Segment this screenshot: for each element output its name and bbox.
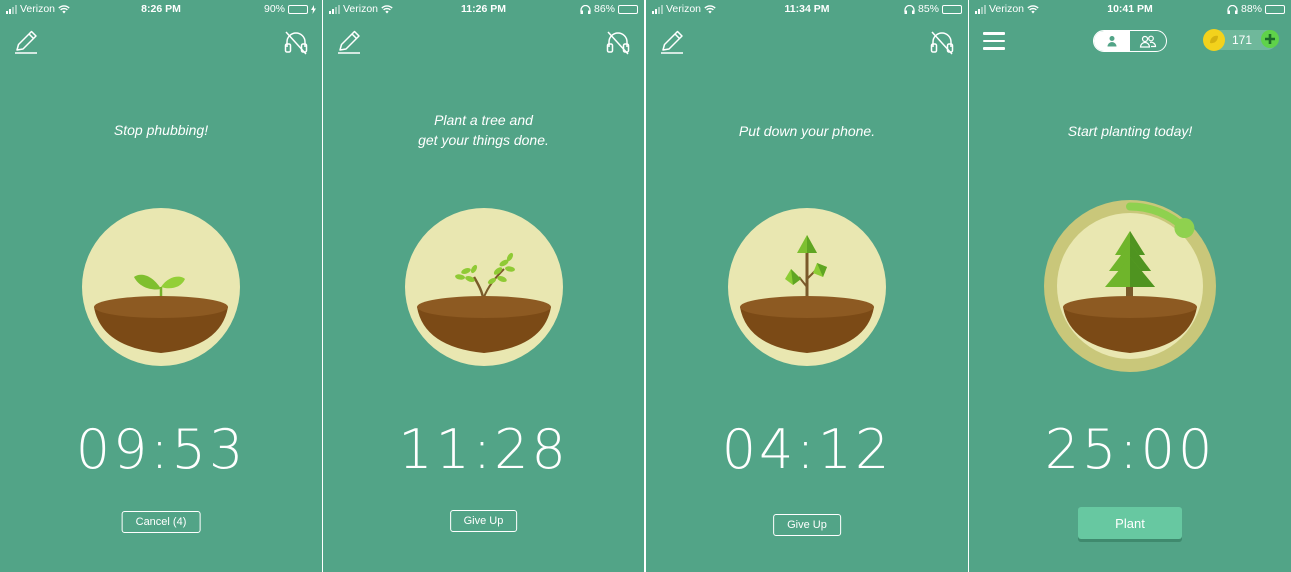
pencil-icon[interactable] (658, 28, 686, 56)
menu-icon[interactable] (983, 32, 1005, 50)
countdown-timer: 25:00 (1044, 418, 1216, 481)
single-user-icon (1107, 36, 1117, 47)
timer-ring-handle[interactable] (1174, 218, 1195, 239)
motivational-message: Put down your phone. (646, 121, 968, 141)
message-line: Start planting today! (1067, 123, 1193, 139)
screen-2: Verizon 11:26 PM 86% Plant a tree and ge… (323, 0, 644, 572)
headphones-off-icon[interactable] (282, 28, 310, 56)
status-bar: Verizon 11:34 PM 85% (646, 0, 968, 18)
battery-percent: 85% (917, 3, 939, 15)
message-line: Stop phubbing! (113, 122, 209, 138)
pencil-icon[interactable] (335, 28, 363, 56)
headphones-off-icon[interactable] (604, 28, 632, 56)
status-bar: Verizon 11:26 PM 86% (323, 0, 644, 18)
pencil-icon[interactable] (12, 28, 40, 56)
countdown-timer: 04:12 (721, 418, 893, 481)
seedling-pot (82, 208, 240, 366)
status-bar: Verizon 10:41 PM 88% (969, 0, 1291, 18)
motivational-message: Stop phubbing! (0, 120, 322, 140)
cancel-button[interactable]: Cancel (4) (121, 511, 201, 533)
single-mode-tab[interactable] (1094, 31, 1130, 51)
tree-selector[interactable] (1043, 199, 1217, 373)
battery-icon (288, 4, 308, 14)
headphones-status-icon (580, 4, 591, 14)
motivational-message: Start planting today! (969, 121, 1291, 141)
battery-percent: 90% (263, 3, 285, 15)
battery-icon (618, 4, 638, 14)
motivational-message: Plant a tree and get your things done. (323, 110, 644, 150)
message-line: Put down your phone. (738, 123, 876, 139)
mode-toggle[interactable] (1093, 30, 1167, 52)
status-bar: Verizon 8:26 PM 90% (0, 0, 322, 18)
countdown-timer: 09:53 (75, 418, 247, 481)
battery-icon (1265, 4, 1285, 14)
screen-1: Verizon 8:26 PM 90% Stop phubbing! 09:53… (0, 0, 322, 572)
headphones-status-icon (904, 4, 915, 14)
screen-4: Verizon 10:41 PM 88% 171 Start planting … (969, 0, 1291, 572)
message-line: Plant a tree and (434, 112, 533, 128)
coin-icon (1203, 29, 1225, 51)
give-up-button[interactable]: Give Up (449, 510, 518, 532)
plant-button[interactable]: Plant (1078, 507, 1182, 539)
give-up-button[interactable]: Give Up (773, 514, 841, 536)
coin-count: 171 (1232, 33, 1253, 47)
group-icon (1139, 35, 1157, 48)
group-mode-tab[interactable] (1130, 31, 1166, 51)
battery-percent: 86% (593, 3, 615, 15)
plus-icon[interactable] (1261, 30, 1279, 48)
charging-icon (311, 4, 316, 14)
headphones-off-icon[interactable] (928, 28, 956, 56)
sapling-pot (404, 208, 563, 366)
young-tree-pot (728, 208, 886, 366)
screen-3: Verizon 11:34 PM 85% Put down your phone… (646, 0, 968, 572)
battery-icon (942, 4, 962, 14)
battery-percent: 88% (1240, 3, 1262, 15)
headphones-status-icon (1227, 4, 1238, 14)
coin-balance[interactable]: 171 (1203, 29, 1279, 51)
message-line: get your things done. (418, 132, 549, 148)
countdown-timer: 11:28 (398, 418, 569, 481)
